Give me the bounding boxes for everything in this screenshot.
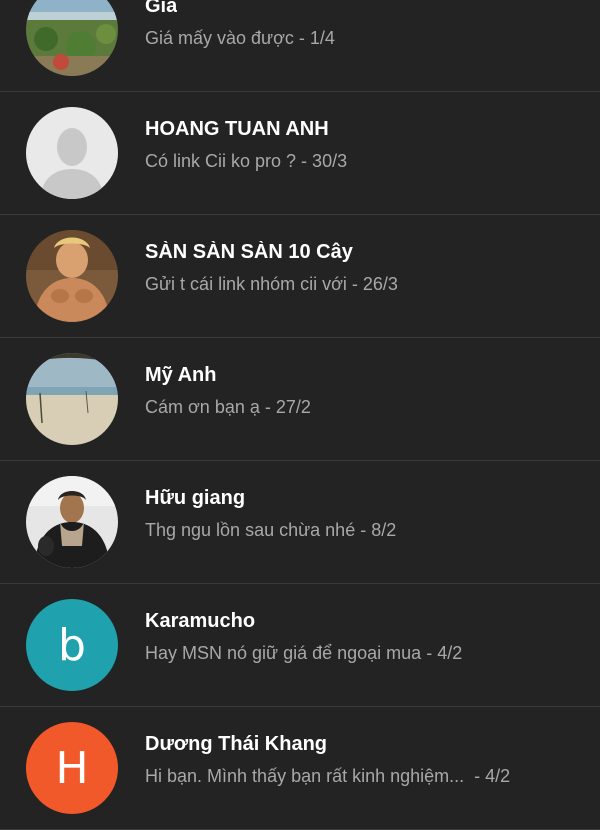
conversation-row[interactable]: H Dương Thái Khang Hi bạn. Mình thấy bạn… bbox=[0, 707, 600, 830]
contact-name: HOANG TUAN ANH bbox=[145, 118, 329, 140]
conversation-row[interactable]: b Karamucho Hay MSN nó giữ giá để ngoại … bbox=[0, 584, 600, 707]
conversation-row[interactable]: Gia Giá mấy vào được - 1/4 bbox=[0, 0, 600, 92]
conversation-row[interactable]: Hữu giang Thg ngu lồn sau chừa nhé - 8/2 bbox=[0, 461, 600, 584]
avatar-letter: H bbox=[55, 742, 89, 794]
contact-name: Mỹ Anh bbox=[145, 364, 217, 386]
man-with-scarf-photo-avatar[interactable] bbox=[26, 476, 118, 568]
last-message-preview: Thg ngu lồn sau chừa nhé - 8/2 bbox=[145, 520, 397, 540]
conversation-list: Gia Giá mấy vào được - 1/4 HOANG TUAN AN… bbox=[0, 0, 600, 830]
contact-name: Dương Thái Khang bbox=[145, 733, 328, 755]
last-message-preview: Giá mấy vào được - 1/4 bbox=[145, 28, 335, 48]
last-message-preview: Gửi t cái link nhóm cii với - 26/3 bbox=[145, 274, 398, 294]
last-message-preview: Có link Cii ko pro ? - 30/3 bbox=[145, 151, 348, 171]
conversation-row[interactable]: SÀN SÀN SÀN 10 Cây Gửi t cái link nhóm c… bbox=[0, 215, 600, 338]
default-person-avatar[interactable] bbox=[26, 107, 118, 199]
conversation-row[interactable]: HOANG TUAN ANH Có link Cii ko pro ? - 30… bbox=[0, 92, 600, 215]
letter-avatar[interactable]: H bbox=[26, 722, 118, 814]
contact-name: Karamucho bbox=[145, 610, 256, 632]
contact-name: Gia bbox=[145, 0, 178, 17]
avatar-letter: b bbox=[58, 619, 86, 671]
letter-avatar[interactable]: b bbox=[26, 599, 118, 691]
last-message-preview: Hay MSN nó giữ giá để ngoại mua - 4/2 bbox=[145, 643, 463, 663]
beach-photo-avatar[interactable] bbox=[26, 0, 118, 76]
beach-photo-avatar[interactable] bbox=[26, 353, 118, 445]
contact-name: Hữu giang bbox=[145, 487, 246, 509]
contact-name: SÀN SÀN SÀN 10 Cây bbox=[145, 241, 353, 263]
muscular-man-photo-avatar[interactable] bbox=[26, 230, 118, 322]
conversation-row[interactable]: Mỹ Anh Cám ơn bạn ạ - 27/2 bbox=[0, 338, 600, 461]
last-message-preview: Hi bạn. Mình thấy bạn rất kinh nghiệm...… bbox=[145, 766, 511, 786]
last-message-preview: Cám ơn bạn ạ - 27/2 bbox=[145, 397, 311, 417]
